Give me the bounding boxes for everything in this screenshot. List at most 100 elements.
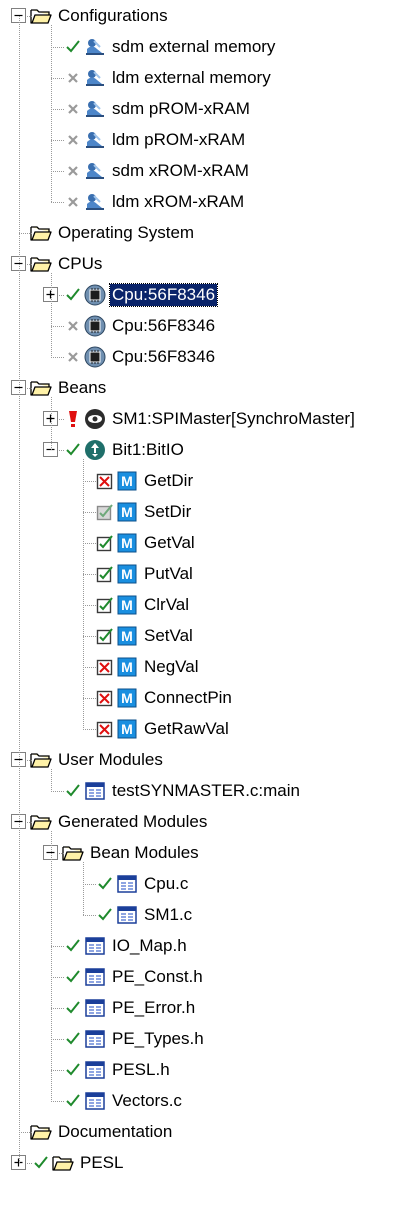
tree-node-label[interactable]: PE_Const.h <box>110 966 205 988</box>
tree-node-pesl-h[interactable]: PESL.h <box>40 1055 172 1086</box>
tree-node-generated-modules[interactable]: Generated Modules <box>8 807 209 838</box>
tree-node-label[interactable]: PESL.h <box>110 1059 172 1081</box>
tree-node-label[interactable]: IO_Map.h <box>110 935 189 957</box>
tree-node-bit1-bitio[interactable]: Bit1:BitIO <box>40 435 186 466</box>
tree-node-label[interactable]: Bean Modules <box>88 842 201 864</box>
tree-node-label[interactable]: GetDir <box>142 470 195 492</box>
tree-node-label[interactable]: Cpu:56F8346 <box>110 315 217 337</box>
tree-node-beans[interactable]: Beans <box>8 373 108 404</box>
tree-node-label[interactable]: Documentation <box>56 1121 174 1143</box>
tree-node-label[interactable]: PE_Error.h <box>110 997 197 1019</box>
tree-node-label[interactable]: NegVal <box>142 656 201 678</box>
tree-node-getrawval[interactable]: M GetRawVal <box>72 714 231 745</box>
method-checkbox[interactable] <box>94 594 116 616</box>
tree-node-ldm-external-memory[interactable]: ldm external memory <box>40 63 273 94</box>
tree-node-label[interactable]: GetRawVal <box>142 718 231 740</box>
collapse-toggle-icon[interactable] <box>8 749 30 771</box>
tree-node-label[interactable]: sdm xROM-xRAM <box>110 160 251 182</box>
tree-node-clrval[interactable]: M ClrVal <box>72 590 191 621</box>
tree-node-setval[interactable]: M SetVal <box>72 621 195 652</box>
tree-node-io-map-h[interactable]: IO_Map.h <box>40 931 189 962</box>
tree-node-label[interactable]: ClrVal <box>142 594 191 616</box>
tree-node-cpu-56f8346[interactable]: Cpu:56F8346 <box>40 342 217 373</box>
method-checkbox[interactable] <box>94 656 116 678</box>
tree-node-label[interactable]: Vectors.c <box>110 1090 184 1112</box>
folder-open-icon <box>30 749 52 771</box>
tree-node-label[interactable]: Cpu:56F8346 <box>110 346 217 368</box>
tree-node-label[interactable]: Generated Modules <box>56 811 209 833</box>
tree-node-label[interactable]: PutVal <box>142 563 195 585</box>
tree-node-vectors-c[interactable]: Vectors.c <box>40 1086 184 1117</box>
expand-toggle-icon[interactable] <box>40 408 62 430</box>
collapse-toggle-icon[interactable] <box>8 377 30 399</box>
tree-node-cpu-c[interactable]: Cpu.c <box>72 869 190 900</box>
tree-node-bean-modules[interactable]: Bean Modules <box>40 838 201 869</box>
tree-node-label[interactable]: sdm pROM-xRAM <box>110 98 252 120</box>
tree-node-label[interactable]: SM1:SPIMaster[SynchroMaster] <box>110 408 357 430</box>
tree-node-operating-system[interactable]: Operating System <box>8 218 196 249</box>
tree-node-label[interactable]: SetDir <box>142 501 193 523</box>
tree-node-getval[interactable]: M GetVal <box>72 528 197 559</box>
tree-node-label[interactable]: Beans <box>56 377 108 399</box>
tree-node-cpu-56f8346[interactable]: Cpu:56F8346 <box>40 280 219 311</box>
tree-node-negval[interactable]: M NegVal <box>72 652 201 683</box>
tree-node-sdm-prom-xram[interactable]: sdm pROM-xRAM <box>40 94 252 125</box>
tree-node-ldm-xrom-xram[interactable]: ldm xROM-xRAM <box>40 187 246 218</box>
expand-toggle-icon[interactable] <box>8 1152 30 1174</box>
tree-node-sdm-external-memory[interactable]: sdm external memory <box>40 32 277 63</box>
method-checkbox[interactable] <box>94 718 116 740</box>
tree-node-label[interactable]: sdm external memory <box>110 36 277 58</box>
tree-node-label[interactable]: CPUs <box>56 253 104 275</box>
collapse-toggle-icon[interactable] <box>8 811 30 833</box>
tree-node-label[interactable]: Cpu:56F8346 <box>108 283 219 307</box>
tree-node-label[interactable]: Operating System <box>56 222 196 244</box>
tree-node-sm1-c[interactable]: SM1.c <box>72 900 194 931</box>
expand-toggle-icon[interactable] <box>40 284 62 306</box>
tree-node-label[interactable]: ConnectPin <box>142 687 234 709</box>
method-checkbox[interactable] <box>94 470 116 492</box>
tree-connector <box>72 718 94 740</box>
collapse-toggle-icon[interactable] <box>40 842 62 864</box>
tree-node-ldm-prom-xram[interactable]: ldm pROM-xRAM <box>40 125 247 156</box>
tree-node-getdir[interactable]: M GetDir <box>72 466 195 497</box>
method-checkbox[interactable] <box>94 625 116 647</box>
project-tree[interactable]: Configurations sdm external memory ldm ext… <box>0 0 418 1212</box>
collapse-toggle-icon[interactable] <box>8 253 30 275</box>
method-checkbox[interactable] <box>94 532 116 554</box>
folder-open-icon <box>30 377 52 399</box>
tree-node-putval[interactable]: M PutVal <box>72 559 195 590</box>
tree-node-label[interactable]: SetVal <box>142 625 195 647</box>
tree-node-pe-types-h[interactable]: PE_Types.h <box>40 1024 206 1055</box>
tree-node-label[interactable]: SM1.c <box>142 904 194 926</box>
tree-node-label[interactable]: PE_Types.h <box>110 1028 206 1050</box>
method-icon-letter: M <box>121 628 133 644</box>
tree-node-sdm-xrom-xram[interactable]: sdm xROM-xRAM <box>40 156 251 187</box>
method-checkbox[interactable] <box>94 501 116 523</box>
tree-node-pe-const-h[interactable]: PE_Const.h <box>40 962 205 993</box>
tree-node-label[interactable]: ldm pROM-xRAM <box>110 129 247 151</box>
tree-node-testsynmaster-c-main[interactable]: testSYNMASTER.c:main <box>40 776 302 807</box>
tree-node-cpu-56f8346[interactable]: Cpu:56F8346 <box>40 311 217 342</box>
tree-node-label[interactable]: Bit1:BitIO <box>110 439 186 461</box>
tree-node-label[interactable]: ldm external memory <box>110 67 273 89</box>
method-checkbox[interactable] <box>94 563 116 585</box>
tree-node-documentation[interactable]: Documentation <box>8 1117 174 1148</box>
tree-node-pe-error-h[interactable]: PE_Error.h <box>40 993 197 1024</box>
tree-node-setdir[interactable]: M SetDir <box>72 497 193 528</box>
tree-node-label[interactable]: PESL <box>78 1152 125 1174</box>
tree-node-label[interactable]: Configurations <box>56 5 170 27</box>
tree-node-sm1-spimaster-synchromaster[interactable]: SM1:SPIMaster[SynchroMaster] <box>40 404 357 435</box>
tree-node-pesl[interactable]: PESL <box>8 1148 125 1179</box>
tree-node-label[interactable]: ldm xROM-xRAM <box>110 191 246 213</box>
collapse-toggle-icon[interactable] <box>8 5 30 27</box>
tree-node-connectpin[interactable]: M ConnectPin <box>72 683 234 714</box>
tree-node-label[interactable]: testSYNMASTER.c:main <box>110 780 302 802</box>
tree-node-user-modules[interactable]: User Modules <box>8 745 165 776</box>
tree-node-label[interactable]: User Modules <box>56 749 165 771</box>
tree-node-label[interactable]: Cpu.c <box>142 873 190 895</box>
tree-node-configurations[interactable]: Configurations <box>8 1 170 32</box>
tree-node-cpus[interactable]: CPUs <box>8 249 104 280</box>
method-checkbox[interactable] <box>94 687 116 709</box>
collapse-toggle-icon[interactable] <box>40 439 62 461</box>
tree-node-label[interactable]: GetVal <box>142 532 197 554</box>
